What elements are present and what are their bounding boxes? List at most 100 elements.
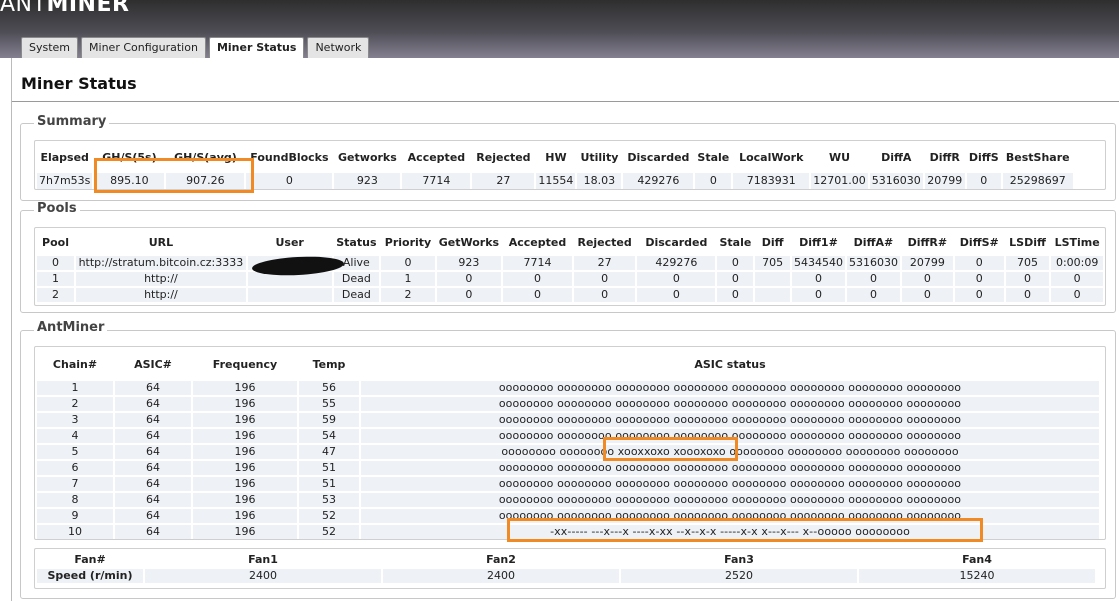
table-cell: 64 bbox=[115, 477, 191, 491]
table-cell: 47 bbox=[299, 445, 359, 459]
column-header: GetWorks bbox=[438, 235, 500, 249]
table-cell: 0 bbox=[846, 288, 900, 302]
table-cell: 7h7m53s bbox=[37, 173, 93, 189]
column-header: FoundBlocks bbox=[250, 150, 329, 164]
column-header: Fan2 bbox=[486, 552, 516, 566]
table-cell: 196 bbox=[193, 429, 297, 443]
table-cell: 15240 bbox=[859, 569, 1095, 583]
table-cell: 1 bbox=[37, 381, 113, 395]
column-header: BestShare bbox=[1005, 150, 1070, 164]
column-header: Priority bbox=[384, 235, 432, 249]
column-header: WU bbox=[828, 150, 851, 164]
table-cell: Dead bbox=[333, 272, 380, 286]
table-cell: 53 bbox=[299, 493, 359, 507]
column-header: LSDiff bbox=[1009, 235, 1046, 249]
table-cell: 196 bbox=[193, 381, 297, 395]
table-cell: 55 bbox=[299, 397, 359, 411]
table-cell: 0 bbox=[37, 256, 75, 270]
fan-table: Fan# Fan1 Fan2 Fan3 Fan4 Speed (r/min) 2400 240… bbox=[35, 549, 1097, 585]
table-cell: 64 bbox=[115, 493, 191, 507]
table-cell: 0 bbox=[717, 256, 754, 270]
table-cell: 27 bbox=[573, 256, 636, 270]
table-cell: 6 bbox=[37, 461, 113, 475]
antminer-logo: ANTMINER bbox=[0, 0, 130, 17]
table-cell: 64 bbox=[115, 461, 191, 475]
table-cell: 0 bbox=[966, 173, 1001, 189]
fan-speed-row: Speed (r/min) 2400 2400 2520 15240 bbox=[37, 569, 1095, 583]
table-cell: 7 bbox=[37, 477, 113, 491]
table-cell: 2400 bbox=[145, 569, 381, 583]
table-cell: 0 bbox=[637, 288, 716, 302]
tab-system[interactable]: System bbox=[21, 37, 79, 58]
table-cell: 0 bbox=[436, 288, 502, 302]
table-cell: 7183931 bbox=[733, 173, 810, 189]
pools-legend: Pools bbox=[34, 201, 80, 216]
column-header: LSTime bbox=[1054, 235, 1100, 249]
table-cell: 0 bbox=[573, 288, 636, 302]
pools-header-row: Pool URL User Status Priority GetWorks Accepte… bbox=[37, 230, 1103, 254]
column-header: Elapsed bbox=[40, 150, 89, 164]
table-cell: 18.03 bbox=[577, 173, 622, 189]
column-header: DiffS bbox=[968, 150, 999, 164]
table-cell: 5 bbox=[37, 445, 113, 459]
table-cell: 429276 bbox=[623, 173, 694, 189]
table-cell: 196 bbox=[193, 493, 297, 507]
table-cell: 64 bbox=[115, 397, 191, 411]
column-header: Stale bbox=[719, 235, 752, 249]
table-cell: 0 bbox=[954, 288, 1004, 302]
chain-row: 3 64 196 59 oooooooo oooooooo oooooooo ooooo… bbox=[37, 413, 1099, 427]
column-header: User bbox=[275, 235, 304, 249]
column-header: Status bbox=[336, 235, 377, 249]
table-cell: 5316030 bbox=[846, 256, 900, 270]
table-cell: 51 bbox=[299, 461, 359, 475]
chain-table-frame: Chain# ASIC# Frequency Temp ASIC status 1 64 19… bbox=[34, 346, 1106, 540]
table-cell: 11554 bbox=[536, 173, 576, 189]
column-header: Discarded bbox=[627, 150, 690, 164]
column-header: ASIC# bbox=[134, 357, 172, 371]
column-header: Fan4 bbox=[962, 552, 992, 566]
table-cell: 5316030 bbox=[869, 173, 923, 189]
table-cell: 25298697 bbox=[1002, 173, 1073, 189]
column-header: Stale bbox=[697, 150, 730, 164]
pools-table-frame: Pool URL User Status Priority GetWorks Accepte… bbox=[34, 227, 1106, 306]
table-cell: 64 bbox=[115, 509, 191, 523]
table-cell: 0 bbox=[381, 256, 435, 270]
fan-table-frame: Fan# Fan1 Fan2 Fan3 Fan4 Speed (r/min) 2400 240… bbox=[34, 548, 1106, 589]
table-cell: 10 bbox=[37, 525, 113, 539]
table-cell: 0 bbox=[1005, 288, 1050, 302]
column-header: Accepted bbox=[407, 150, 466, 164]
table-cell: 2400 bbox=[383, 569, 619, 583]
chain-row: 2 64 196 55 oooooooo oooooooo oooooooo ooooo… bbox=[37, 397, 1099, 411]
table-cell: 27 bbox=[472, 173, 535, 189]
table-cell: 0 bbox=[695, 173, 732, 189]
table-cell bbox=[247, 288, 332, 302]
column-header: Chain# bbox=[52, 357, 98, 371]
table-cell: 0 bbox=[846, 272, 900, 286]
table-cell: oooooooo oooooooo oooooooo oooooooo oooo… bbox=[361, 461, 1099, 475]
tab-miner-status[interactable]: Miner Status bbox=[208, 37, 305, 59]
table-cell: 0 bbox=[503, 288, 572, 302]
chain-table: Chain# ASIC# Frequency Temp ASIC status 1 64 19… bbox=[35, 347, 1101, 541]
table-cell: oooooooo oooooooo oooooooo oooooooo oooo… bbox=[361, 477, 1099, 491]
app-header: ANTMINER System Miner Configuration Mine… bbox=[0, 0, 1119, 59]
table-cell: 0 bbox=[901, 272, 953, 286]
column-header: Getworks bbox=[338, 150, 397, 164]
column-header: Temp bbox=[312, 357, 346, 371]
table-cell: 0 bbox=[791, 272, 845, 286]
table-cell: 20799 bbox=[901, 256, 953, 270]
tab-network[interactable]: Network bbox=[307, 37, 370, 58]
column-header: DiffR bbox=[929, 150, 960, 164]
table-cell: 0 bbox=[436, 272, 502, 286]
table-cell: 0 bbox=[717, 288, 754, 302]
table-cell: 2 bbox=[37, 397, 113, 411]
column-header: Utility bbox=[580, 150, 619, 164]
table-cell bbox=[755, 272, 790, 286]
column-header: DiffS# bbox=[959, 235, 999, 249]
column-header: Diff bbox=[761, 235, 784, 249]
table-cell: Dead bbox=[333, 288, 380, 302]
chain-header-row: Chain# ASIC# Frequency Temp ASIC status bbox=[37, 349, 1099, 379]
table-cell: 7714 bbox=[503, 256, 572, 270]
highlight-chain10-status-box bbox=[507, 518, 983, 542]
column-header: Fan1 bbox=[248, 552, 278, 566]
tab-miner-configuration[interactable]: Miner Configuration bbox=[81, 37, 206, 58]
